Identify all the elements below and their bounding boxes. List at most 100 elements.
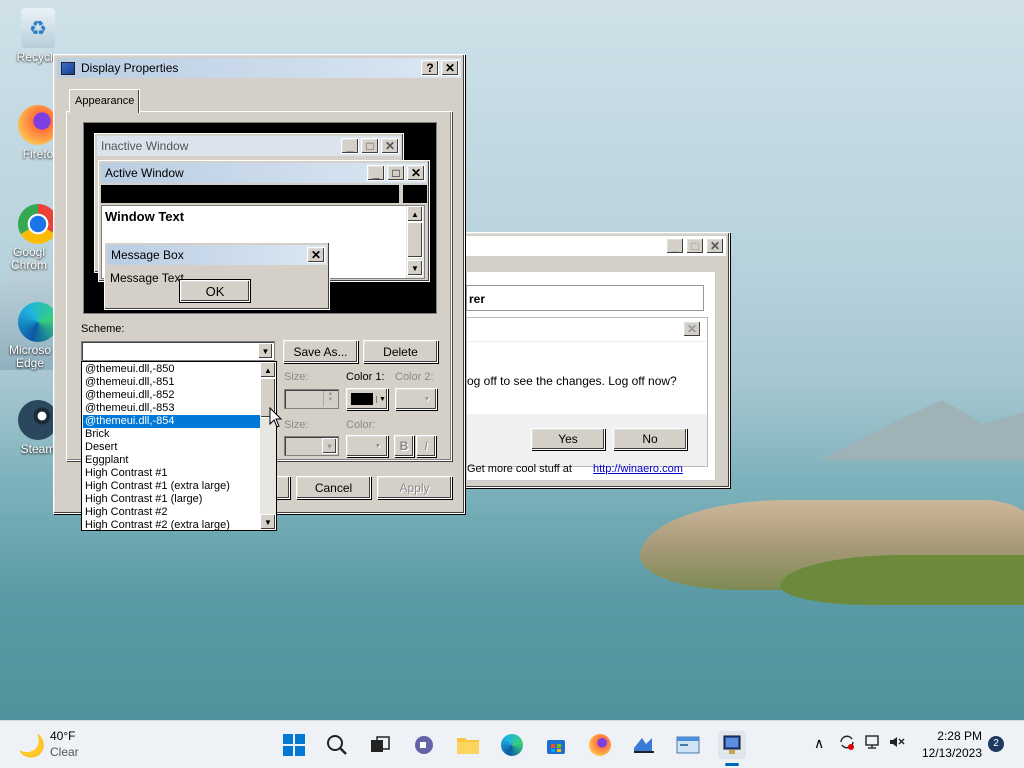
color1-label: Color 1:: [346, 371, 385, 383]
font-color-picker[interactable]: ▼: [346, 435, 388, 457]
notification-badge[interactable]: 2: [988, 736, 1004, 752]
network-icon[interactable]: [864, 733, 882, 754]
back-window-titlebar[interactable]: _ □ ✕: [466, 236, 726, 256]
save-as-button[interactable]: Save As...: [283, 340, 358, 363]
maximize-icon: □: [361, 138, 379, 154]
scroll-up-icon[interactable]: ▲: [260, 362, 276, 378]
minimize-icon: _: [367, 165, 385, 181]
yes-button[interactable]: Yes: [531, 428, 605, 450]
scheme-list-item[interactable]: Desert: [83, 441, 261, 454]
close-icon: ✕: [407, 165, 425, 181]
preview-window-text: Window Text: [105, 209, 185, 224]
color2-label: Color 2:: [395, 371, 434, 383]
start-icon[interactable]: [280, 731, 308, 759]
chevron-down-icon: ▼: [374, 442, 382, 450]
mouse-cursor-icon: [269, 407, 283, 428]
weather-temp[interactable]: 40°F: [50, 729, 75, 743]
scroll-down-icon[interactable]: ▼: [260, 514, 276, 530]
scheme-list-item[interactable]: High Contrast #1 (extra large): [83, 480, 261, 493]
firefox-icon[interactable]: [586, 731, 614, 759]
control-panel-icon[interactable]: [674, 731, 702, 759]
scroll-down-icon: ▼: [407, 260, 423, 276]
chevron-down-icon[interactable]: ▼: [258, 343, 273, 359]
recycle-bin-icon: ♻: [21, 8, 55, 48]
delete-button[interactable]: Delete: [363, 340, 438, 363]
footer-link[interactable]: http://winaero.com: [593, 463, 683, 475]
cancel-button[interactable]: Cancel: [296, 476, 371, 499]
weather-condition[interactable]: Clear: [50, 745, 79, 759]
maximize-icon[interactable]: □: [686, 238, 704, 254]
logoff-close-icon[interactable]: ✕: [683, 321, 701, 337]
close-icon: ✕: [381, 138, 399, 154]
color2-picker[interactable]: ▼: [395, 388, 437, 410]
scheme-list-item[interactable]: @themeui.dll,-852: [83, 389, 261, 402]
font-size-dropdown[interactable]: ▼: [284, 436, 339, 456]
store-icon[interactable]: [542, 731, 570, 759]
scheme-dropdown-list[interactable]: @themeui.dll,-850 @themeui.dll,-851 @theme…: [81, 361, 277, 531]
preview-msgbox-titlebar: Message Box ✕: [107, 245, 327, 265]
preview-message-text: Message Text: [110, 271, 184, 285]
scheme-list-item[interactable]: @themeui.dll,-854: [83, 415, 261, 428]
volume-muted-icon[interactable]: [888, 733, 906, 754]
back-window[interactable]: _ □ ✕ rer ✕ og off to see the changes. L…: [462, 232, 730, 488]
preview-message-box: Message Box ✕ Message Text OK: [104, 242, 330, 310]
maximize-icon: □: [387, 165, 405, 181]
steam-icon: [18, 400, 58, 440]
weather-moon-icon[interactable]: 🌙: [18, 733, 45, 759]
scheme-list-item[interactable]: @themeui.dll,-853: [83, 402, 261, 415]
no-button[interactable]: No: [613, 428, 687, 450]
scheme-list-item[interactable]: High Contrast #2: [83, 506, 261, 519]
close-icon[interactable]: ✕: [706, 238, 724, 254]
file-explorer-icon[interactable]: [454, 731, 482, 759]
close-icon: ✕: [307, 247, 325, 263]
scheme-list-item[interactable]: High Contrast #1: [83, 467, 261, 480]
chevron-up-icon[interactable]: ∧: [814, 735, 824, 752]
minimize-icon: _: [341, 138, 359, 154]
firefox-icon: [18, 105, 58, 145]
apply-button[interactable]: Apply: [377, 476, 452, 499]
tab-appearance[interactable]: Appearance: [69, 89, 140, 113]
teams-chat-icon[interactable]: [410, 731, 438, 759]
clock-date[interactable]: 12/13/2023: [914, 746, 982, 760]
scheme-label: Scheme:: [81, 323, 125, 335]
scheme-dropdown[interactable]: ▼: [81, 341, 275, 361]
chevron-down-icon[interactable]: ▼: [322, 438, 337, 454]
chrome-icon: [18, 204, 58, 244]
taskbar: 🌙 40°F Clear ∧ 2:28 PM 12/13/2023 2: [0, 720, 1024, 768]
clock-time[interactable]: 2:28 PM: [922, 729, 982, 743]
list-scrollbar[interactable]: ▲ ▼: [260, 362, 276, 530]
font-color-label: Color:: [346, 419, 376, 431]
logoff-dialog[interactable]: ✕ og off to see the changes. Log off now…: [466, 317, 708, 467]
preview-ok-button: OK: [180, 280, 250, 302]
chevron-down-icon: ▼: [376, 395, 386, 403]
display-properties-icon: [61, 61, 75, 75]
scheme-list-item[interactable]: Brick: [83, 428, 261, 441]
close-icon[interactable]: ✕: [441, 60, 459, 76]
logoff-prompt: og off to see the changes. Log off now?: [467, 374, 677, 388]
winaero-tool-icon[interactable]: [630, 731, 658, 759]
edge-icon[interactable]: [498, 731, 526, 759]
color1-swatch: [351, 393, 373, 405]
scheme-list-item[interactable]: @themeui.dll,-851: [83, 376, 261, 389]
scheme-list-item[interactable]: High Contrast #2 (extra large): [83, 519, 261, 530]
size-spinner[interactable]: ▲ ▼: [284, 389, 339, 409]
scheme-list-item[interactable]: @themeui.dll,-850: [83, 363, 261, 376]
display-properties-titlebar[interactable]: Display Properties ? ✕: [57, 58, 461, 78]
preview-menu-separator: [399, 185, 403, 203]
preview-scroll-thumb: [407, 222, 423, 258]
ok-button-partial[interactable]: [276, 476, 290, 499]
spinner-arrows-icon[interactable]: ▲ ▼: [323, 391, 337, 407]
preview-inactive-titlebar: Inactive Window _ □ ✕: [97, 136, 401, 156]
scheme-list-item[interactable]: Eggplant: [83, 454, 261, 467]
help-icon[interactable]: ?: [421, 60, 439, 76]
scheme-list-item[interactable]: High Contrast #1 (large): [83, 493, 261, 506]
minimize-icon[interactable]: _: [666, 238, 684, 254]
italic-button[interactable]: I: [416, 435, 436, 457]
bold-button[interactable]: B: [394, 435, 414, 457]
preview-scrollbar: ▲ ▼: [406, 206, 424, 278]
search-icon[interactable]: [323, 731, 351, 759]
sync-icon[interactable]: [838, 733, 856, 754]
display-properties-taskbar-icon[interactable]: [718, 731, 746, 766]
task-view-icon[interactable]: [366, 731, 394, 759]
color1-picker[interactable]: ▼: [346, 388, 388, 410]
